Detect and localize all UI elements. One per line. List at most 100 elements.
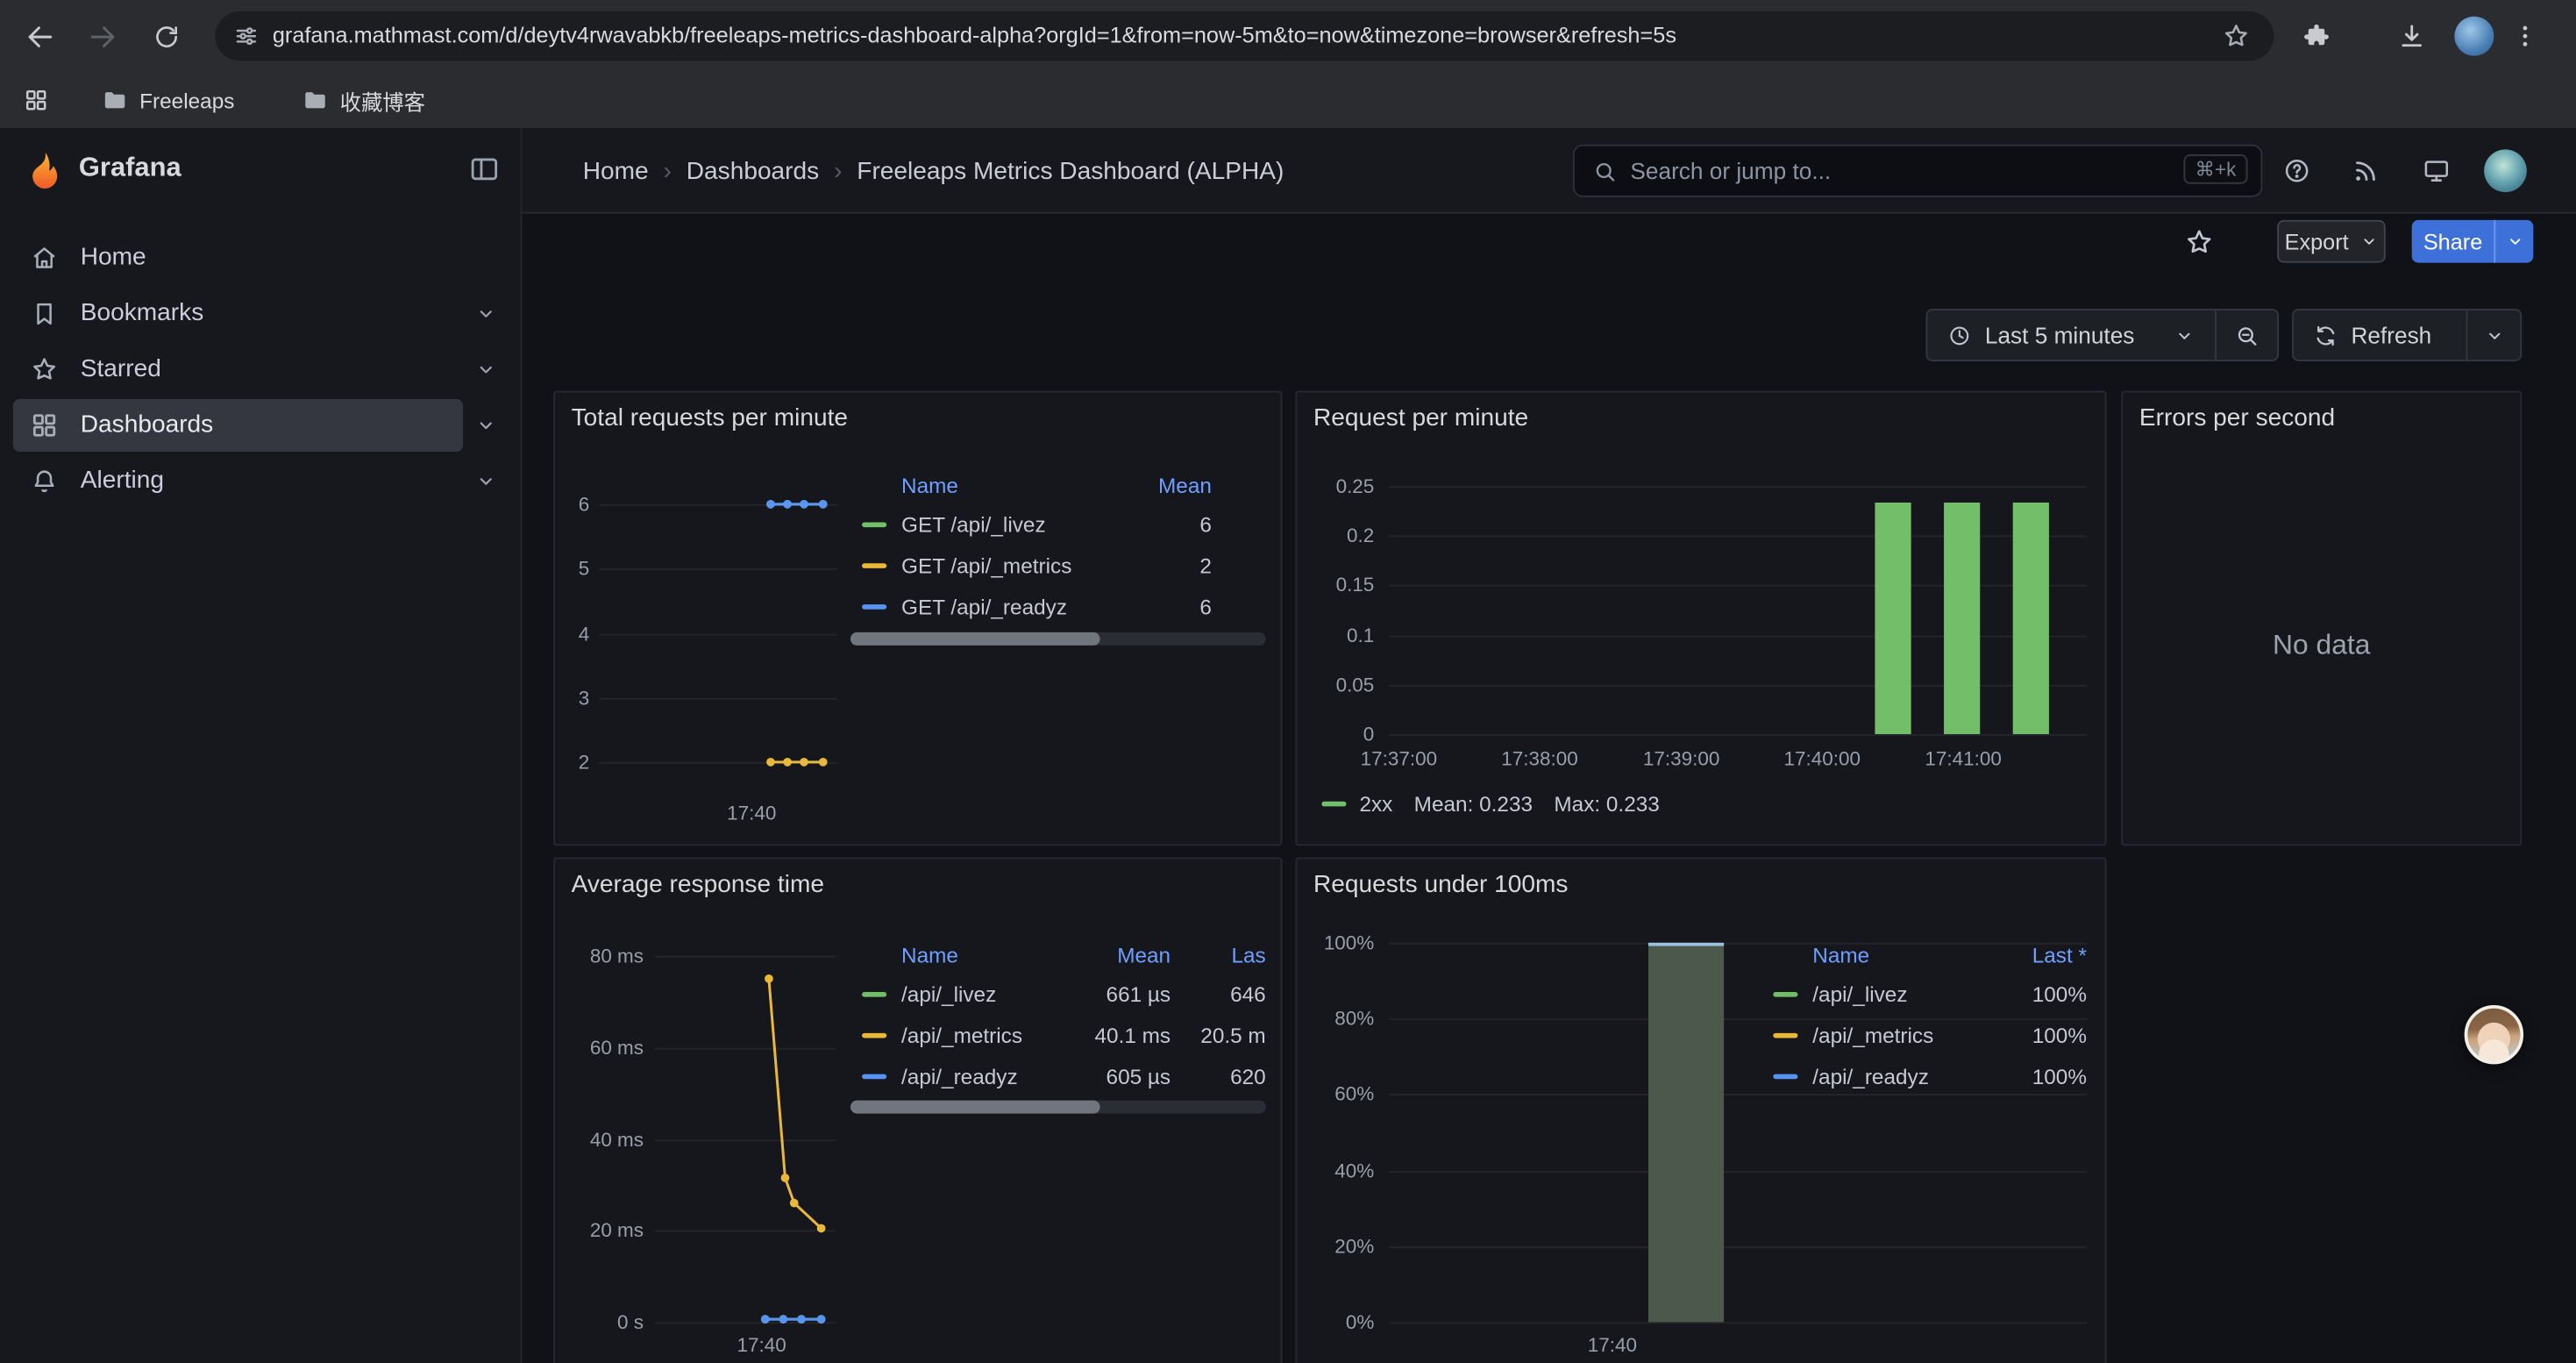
chevron-down-icon[interactable] <box>463 469 508 492</box>
chart-plot[interactable] <box>655 956 836 1323</box>
series-last-value: 100% <box>1991 1024 2087 1048</box>
browser-forward-button[interactable] <box>75 10 128 62</box>
legend-row[interactable]: GET /api/_metrics 2 <box>850 546 1266 587</box>
browser-profile-avatar[interactable] <box>2454 17 2494 56</box>
series-name[interactable]: GET /api/_readyz <box>901 595 1114 619</box>
sidebar-item-home[interactable]: Home <box>13 230 508 284</box>
legend-row[interactable]: /api/_livez 661 µs 646 <box>850 974 1266 1015</box>
search-icon <box>1592 160 1617 184</box>
legend-column-name[interactable]: Name <box>901 942 1052 967</box>
search-placeholder: Search or jump to... <box>1630 146 1831 196</box>
brand-header: Grafana <box>0 128 521 213</box>
legend-column-mean[interactable]: Mean <box>1114 472 1212 496</box>
search-shortcut-kbd: ⌘+k <box>2183 154 2247 184</box>
scrollbar-thumb[interactable] <box>850 1101 1100 1114</box>
breadcrumb-current: Freeleaps Metrics Dashboard (ALPHA) <box>857 157 1284 185</box>
export-button[interactable]: Export <box>2277 220 2386 263</box>
series-mean-value: 605 µs <box>1052 1064 1171 1088</box>
legend-scrollbar[interactable] <box>850 1101 1266 1114</box>
sidebar-item-bookmarks[interactable]: Bookmarks <box>13 286 508 340</box>
grafana-logo-icon[interactable] <box>23 149 66 192</box>
legend-column-mean[interactable]: Mean <box>1052 942 1171 967</box>
refresh-button[interactable]: Refresh <box>2294 310 2466 360</box>
chevron-down-icon[interactable] <box>463 413 508 436</box>
panel-title[interactable]: Average response time <box>572 870 824 898</box>
legend-row[interactable]: GET /api/_livez 6 <box>850 504 1266 546</box>
chart-plot[interactable] <box>1389 486 2087 734</box>
zoom-out-button[interactable] <box>2215 310 2277 360</box>
url-text: grafana.mathmast.com/d/deytv4rwavabkb/fr… <box>273 11 1676 61</box>
legend-row[interactable]: /api/_livez 100% <box>1761 974 2087 1015</box>
series-name[interactable]: /api/_metrics <box>1812 1024 1991 1048</box>
x-axis: 17:40 <box>1389 1333 2087 1359</box>
bell-icon <box>30 466 60 496</box>
series-color-swatch <box>1321 802 1346 807</box>
help-icon[interactable] <box>2281 154 2313 187</box>
series-name[interactable]: /api/_metrics <box>901 1024 1052 1048</box>
sidebar-item-starred[interactable]: Starred <box>13 341 508 396</box>
series-name[interactable]: /api/_livez <box>1812 982 1991 1007</box>
series-name[interactable]: GET /api/_metrics <box>901 553 1114 578</box>
user-avatar[interactable] <box>2484 149 2527 192</box>
address-bar[interactable]: grafana.mathmast.com/d/deytv4rwavabkb/fr… <box>215 11 2274 61</box>
panel-title[interactable]: Requests under 100ms <box>1313 870 1568 898</box>
legend-column-last[interactable]: Last * <box>1991 942 2087 967</box>
x-axis: 17:37:0017:38:0017:39:0017:40:0017:41:00 <box>1389 747 2087 774</box>
legend-column-name[interactable]: Name <box>1812 942 1991 967</box>
series-name[interactable]: /api/_livez <box>901 982 1052 1007</box>
legend-column-name[interactable]: Name <box>901 472 1114 496</box>
browser-menu-icon[interactable] <box>2499 10 2551 62</box>
sidebar-item-alerting[interactable]: Alerting <box>13 453 508 508</box>
breadcrumb-dashboards[interactable]: Dashboards <box>687 157 819 185</box>
downloads-icon[interactable] <box>2386 10 2438 62</box>
bookmark-star-icon[interactable] <box>2222 21 2252 51</box>
browser-reload-button[interactable] <box>139 10 192 62</box>
series-color-swatch <box>862 1033 886 1038</box>
chevron-down-icon[interactable] <box>463 357 508 380</box>
floating-avatar-widget[interactable] <box>2465 1005 2523 1064</box>
folder-icon <box>302 87 329 113</box>
legend-scrollbar[interactable] <box>850 632 1266 646</box>
y-axis: 0.250.20.150.10.050 <box>1297 486 1374 734</box>
display-icon[interactable] <box>2420 154 2452 187</box>
series-name[interactable]: GET /api/_livez <box>901 512 1114 537</box>
legend-column-last[interactable]: Las <box>1171 942 1266 967</box>
chart-plot[interactable] <box>599 504 837 762</box>
series-name[interactable]: /api/_readyz <box>1812 1064 1991 1088</box>
bookmark-folder-freeleaps[interactable]: Freeleaps <box>92 79 245 122</box>
share-button[interactable]: Share <box>2412 220 2494 263</box>
series-color-swatch <box>862 1074 886 1080</box>
site-settings-icon[interactable] <box>233 23 260 49</box>
favorite-dashboard-star-icon[interactable] <box>2179 222 2218 261</box>
series-name[interactable]: 2xx <box>1359 792 1392 817</box>
refresh-interval-caret-button[interactable] <box>2466 310 2521 360</box>
panel-title[interactable]: Errors per second <box>2139 404 2335 432</box>
series-name[interactable]: /api/_readyz <box>901 1064 1052 1088</box>
scrollbar-thumb[interactable] <box>850 632 1100 646</box>
panel-title[interactable]: Request per minute <box>1313 404 1528 432</box>
legend-table: Name Mean Las /api/_livez 661 µs 646 <box>850 934 1266 1096</box>
time-range-button[interactable]: Last 5 minutes <box>1927 310 2215 360</box>
chevron-down-icon <box>2483 325 2504 346</box>
legend-row[interactable]: 2xx Mean: 0.233 Max: 0.233 <box>1321 792 1659 817</box>
apps-grid-icon[interactable] <box>13 79 59 122</box>
legend-row[interactable]: /api/_readyz 605 µs 620 <box>850 1056 1266 1097</box>
dock-sidebar-icon[interactable] <box>468 153 501 185</box>
grafana-main: Home › Dashboards › Freeleaps Metrics Da… <box>522 128 2576 1363</box>
breadcrumb-home[interactable]: Home <box>583 157 649 185</box>
legend-row[interactable]: /api/_metrics 100% <box>1761 1015 2087 1056</box>
share-caret-button[interactable] <box>2494 220 2533 263</box>
legend-row[interactable]: /api/_metrics 40.1 ms 20.5 m <box>850 1015 1266 1056</box>
browser-back-button[interactable] <box>13 10 66 62</box>
search-input[interactable]: Search or jump to... ⌘+k <box>1573 145 2262 197</box>
extensions-icon[interactable] <box>2290 10 2343 62</box>
chevron-down-icon[interactable] <box>463 302 508 325</box>
bookmark-folder-blogs[interactable]: 收藏博客 <box>292 79 435 122</box>
panel-title[interactable]: Total requests per minute <box>572 404 848 432</box>
news-rss-icon[interactable] <box>2350 154 2382 187</box>
sidebar-item-dashboards[interactable]: Dashboards <box>13 397 508 452</box>
share-button-group: Share <box>2412 220 2534 263</box>
legend-row[interactable]: /api/_readyz 100% <box>1761 1056 2087 1097</box>
legend-row[interactable]: GET /api/_readyz 6 <box>850 586 1266 627</box>
legend-header: Name Mean <box>850 465 1266 504</box>
